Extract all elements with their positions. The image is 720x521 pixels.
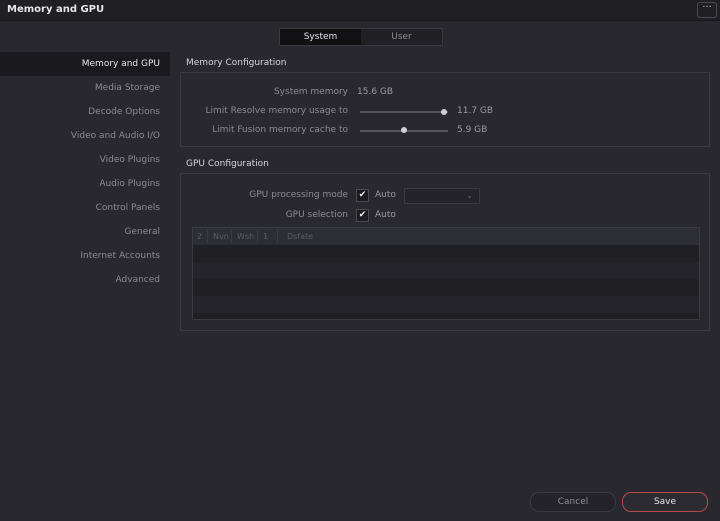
tab-system[interactable]: System	[280, 29, 361, 45]
table-row	[193, 262, 699, 279]
sidebar-item-memory-and-gpu[interactable]: Memory and GPU	[0, 52, 170, 76]
title-bar: Memory and GPU ···	[0, 0, 720, 21]
sidebar-item-video-plugins[interactable]: Video Plugins	[0, 148, 170, 172]
table-row	[193, 279, 699, 296]
gpu-col-count: 1	[261, 230, 278, 243]
gpu-col-details: Dsfate	[287, 232, 314, 241]
gpu-col-type: Wsh	[235, 230, 258, 243]
gpu-table-header: 2 Nvn Wsh 1 Dsfate	[193, 228, 699, 245]
fusion-memory-slider-handle[interactable]	[401, 127, 407, 133]
sidebar-item-control-panels[interactable]: Control Panels	[0, 196, 170, 220]
chevron-down-icon: ⌄	[466, 191, 473, 200]
gpu-selection-label: GPU selection	[285, 210, 348, 220]
table-row	[193, 245, 699, 262]
system-memory-label: System memory	[273, 87, 348, 97]
gpu-col-index: 2	[195, 230, 208, 243]
save-button[interactable]: Save	[622, 492, 708, 512]
sidebar-item-audio-plugins[interactable]: Audio Plugins	[0, 172, 170, 196]
resolve-memory-slider[interactable]	[360, 111, 448, 113]
table-row	[193, 296, 699, 313]
gpu-list-table[interactable]: 2 Nvn Wsh 1 Dsfate	[192, 227, 700, 320]
gpu-selection-auto-label: Auto	[375, 210, 396, 220]
fusion-memory-limit-value: 5.9 GB	[457, 125, 488, 135]
sidebar-item-decode-options[interactable]: Decode Options	[0, 100, 170, 124]
sidebar-item-general[interactable]: General	[0, 220, 170, 244]
resolve-memory-slider-handle[interactable]	[440, 109, 447, 115]
memory-section-title: Memory Configuration	[186, 58, 287, 68]
tab-user[interactable]: User	[361, 29, 442, 45]
more-options-button[interactable]: ···	[697, 2, 717, 18]
gpu-col-name: Nvn	[211, 230, 232, 243]
preferences-sidebar: Memory and GPU Media Storage Decode Opti…	[0, 52, 170, 292]
cancel-button[interactable]: Cancel	[530, 492, 616, 512]
sidebar-item-video-audio-io[interactable]: Video and Audio I/O	[0, 124, 170, 148]
resolve-memory-limit-label: Limit Resolve memory usage to	[205, 106, 349, 116]
scope-tabs: System User	[279, 28, 443, 46]
sidebar-item-media-storage[interactable]: Media Storage	[0, 76, 170, 100]
fusion-memory-limit-label: Limit Fusion memory cache to	[212, 125, 348, 135]
gpu-selection-auto-checkbox[interactable]: ✔	[356, 209, 369, 222]
sidebar-item-advanced[interactable]: Advanced	[0, 268, 170, 292]
system-memory-value: 15.6 GB	[357, 87, 394, 97]
resolve-memory-limit-value: 11.7 GB	[457, 106, 494, 116]
gpu-processing-mode-auto-checkbox[interactable]: ✔	[356, 189, 369, 202]
gpu-processing-mode-auto-label: Auto	[375, 190, 396, 200]
sidebar-item-internet-accounts[interactable]: Internet Accounts	[0, 244, 170, 268]
gpu-processing-mode-dropdown[interactable]: ⌄	[404, 188, 480, 204]
gpu-section-title: GPU Configuration	[186, 159, 269, 169]
window-title: Memory and GPU	[7, 4, 105, 15]
gpu-processing-mode-label: GPU processing mode	[249, 190, 348, 200]
